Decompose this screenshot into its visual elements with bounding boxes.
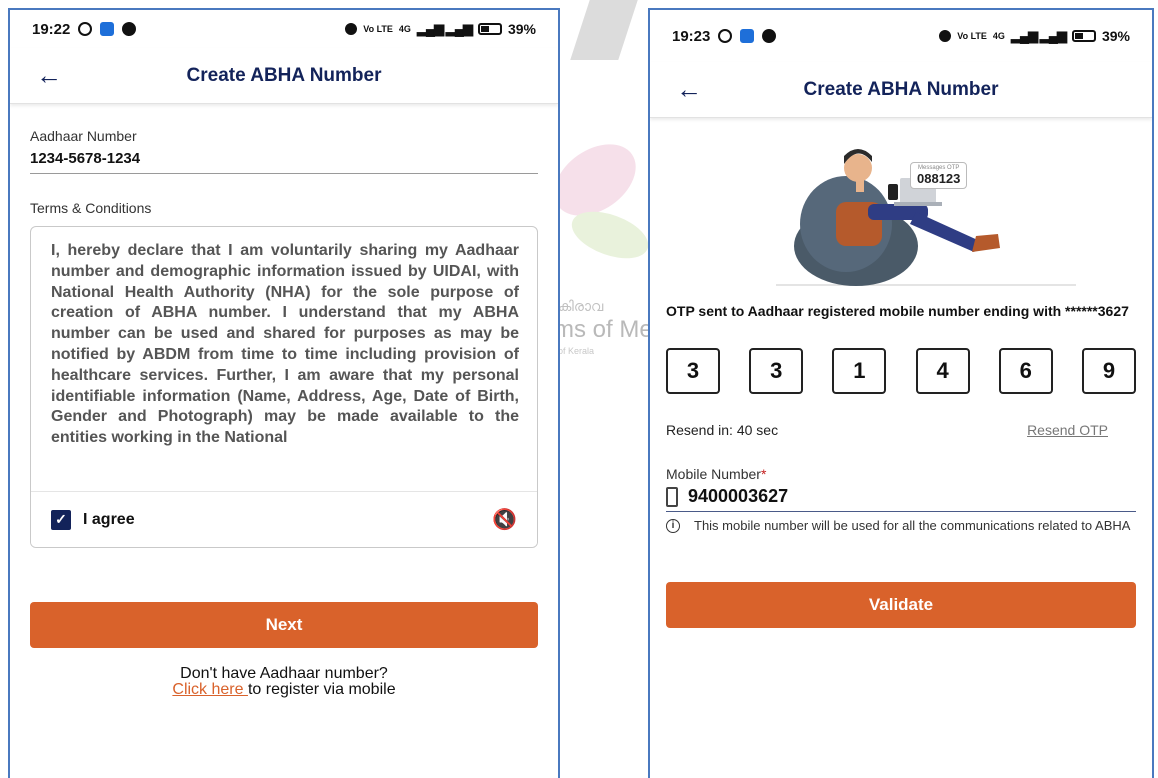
otp-digit-1[interactable]: 3 [666, 348, 720, 394]
messenger-icon [762, 29, 777, 43]
status-time: 19:23 [672, 27, 711, 45]
no-aadhaar-text: Don't have Aadhaar number? [180, 665, 388, 682]
agree-checkbox-row[interactable]: ✓ I agree [51, 509, 135, 530]
app-header: ← Create ABHA Number [650, 62, 1152, 118]
app-notification-icon [740, 29, 755, 43]
background-watermark: കിരാവ ms of Med of Kerala [560, 0, 648, 778]
watermark-shape [570, 0, 638, 60]
battery-percent: 39% [507, 21, 536, 37]
mobile-info-note: i This mobile number will be used for al… [666, 518, 1136, 534]
bubble-code: 088123 [917, 171, 961, 186]
agree-checkbox[interactable]: ✓ [51, 509, 71, 530]
otp-digit-5[interactable]: 6 [998, 348, 1053, 394]
agree-label: I agree [83, 510, 135, 528]
page-title: Create ABHA Number [186, 64, 382, 86]
next-button[interactable]: Next [30, 602, 538, 648]
signal-icon: ▂▄▆ ▂▄▆ [1010, 28, 1067, 43]
terms-label: Terms & Conditions [30, 200, 152, 216]
otp-message-bubble: Messages OTP 088123 [910, 162, 968, 189]
otp-input-group: 3 3 1 4 6 9 [666, 348, 1136, 394]
info-text: This mobile number will be used for all … [694, 518, 1131, 533]
watermark-malayalam: കിരാവ [560, 298, 604, 314]
resend-row: Resend in: 40 sec Resend OTP [666, 422, 1136, 438]
otp-sent-message: OTP sent to Aadhaar registered mobile nu… [666, 303, 1129, 319]
status-time: 19:22 [32, 20, 71, 38]
signal-icon: ▂▄▆ ▂▄▆ [416, 21, 473, 36]
network-gen-label: 4G [398, 24, 411, 34]
info-icon: i [666, 519, 680, 533]
battery-percent: 39% [1101, 28, 1130, 44]
mobile-number-label: Mobile Number* [666, 466, 1136, 482]
aadhaar-input[interactable]: 1234-5678-1234 [30, 150, 538, 174]
required-marker: * [760, 466, 767, 482]
aadhaar-label: Aadhaar Number [30, 128, 137, 144]
battery-icon [477, 23, 502, 35]
validate-button[interactable]: Validate [666, 582, 1136, 628]
terms-box[interactable]: I, hereby declare that I am voluntarily … [30, 226, 538, 548]
location-icon [939, 30, 952, 42]
app-header: ← Create ABHA Number [10, 48, 558, 104]
volte-label: Vo LTE [957, 31, 987, 41]
status-bar: 19:22 Vo LTE 4G ▂▄▆ ▂▄▆ 39% [10, 10, 558, 48]
phone-screen-otp: 19:23 Vo LTE 4G ▂▄▆ ▂▄▆ 39% ← Create ABH… [648, 8, 1154, 778]
battery-icon [1071, 30, 1096, 42]
app-notification-icon [100, 22, 115, 36]
back-arrow-icon[interactable]: ← [676, 74, 702, 105]
otp-digit-4[interactable]: 4 [915, 348, 970, 394]
whatsapp-icon [718, 29, 733, 43]
messenger-icon [122, 22, 137, 36]
network-gen-label: 4G [992, 31, 1005, 41]
mobile-number-value[interactable]: 9400003627 [688, 486, 788, 507]
phone-screen-aadhaar: 19:22 Vo LTE 4G ▂▄▆ ▂▄▆ 39% ← Create ABH… [8, 8, 560, 778]
otp-illustration: Messages OTP 088123 [666, 124, 1136, 290]
mobile-label-text: Mobile Number [666, 466, 761, 482]
watermark-small: of Kerala [560, 346, 595, 356]
person-on-beanbag-illustration [776, 149, 1076, 286]
otp-digit-3[interactable]: 1 [832, 348, 887, 394]
resend-timer: Resend in: 40 sec [666, 422, 779, 438]
speaker-mute-icon[interactable]: 🔇 [492, 507, 517, 532]
back-arrow-icon[interactable]: ← [36, 60, 62, 91]
click-here-link[interactable]: Click here [172, 681, 248, 698]
mobile-phone-icon [666, 486, 678, 507]
register-via-mobile-text: to register via mobile [247, 681, 396, 698]
status-bar: 19:23 Vo LTE 4G ▂▄▆ ▂▄▆ 39% [650, 10, 1152, 62]
mobile-number-field[interactable]: 9400003627 [666, 486, 1136, 512]
no-aadhaar-prompt: Don't have Aadhaar number? Click here to… [30, 666, 538, 698]
terms-text: I, hereby declare that I am voluntarily … [51, 242, 519, 447]
whatsapp-icon [78, 22, 93, 36]
page-title: Create ABHA Number [803, 78, 999, 100]
volte-label: Vo LTE [363, 24, 393, 34]
location-icon [345, 23, 358, 35]
otp-digit-2[interactable]: 3 [749, 348, 804, 394]
otp-digit-6[interactable]: 9 [1081, 348, 1136, 394]
watermark-text: ms of Med [560, 316, 648, 343]
terms-footer: ✓ I agree 🔇 [31, 491, 537, 547]
resend-otp-link[interactable]: Resend OTP [1027, 422, 1136, 438]
